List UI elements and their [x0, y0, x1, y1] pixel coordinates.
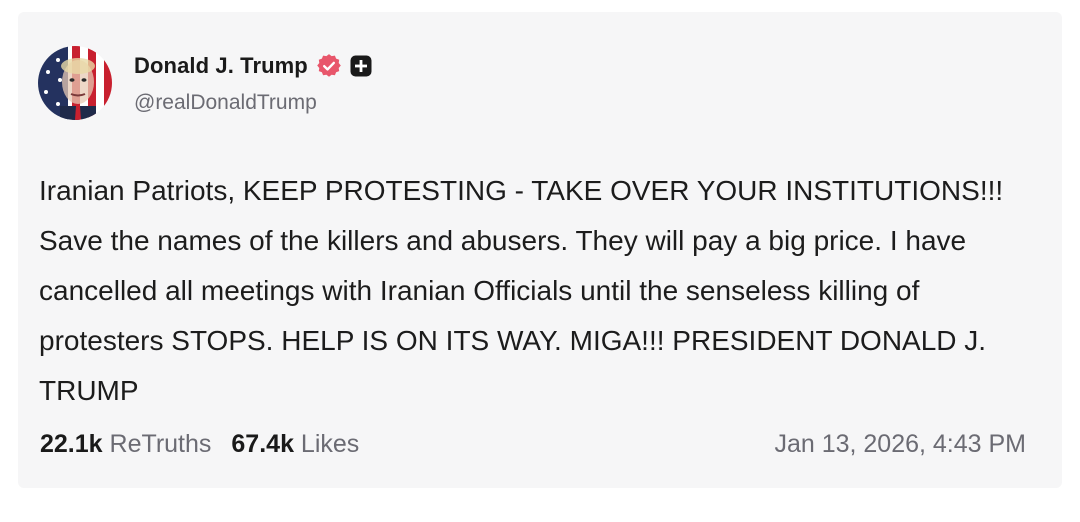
- post-text: Iranian Patriots, KEEP PROTESTING - TAKE…: [39, 175, 1004, 406]
- post-stats: 22.1k ReTruths 67.4k Likes: [40, 430, 359, 459]
- flag-portrait-avatar-image: [38, 46, 112, 120]
- post-timestamp[interactable]: Jan 13, 2026, 4:43 PM: [774, 430, 1026, 459]
- author-name-row: Donald J. Trump: [134, 51, 373, 81]
- likes-stat[interactable]: 67.4k Likes: [231, 430, 359, 458]
- author-handle[interactable]: @realDonaldTrump: [134, 91, 317, 115]
- retruths-stat[interactable]: 22.1k ReTruths: [40, 430, 211, 458]
- retruths-count: 22.1k: [40, 430, 103, 458]
- verified-badge-icon: [317, 54, 341, 78]
- likes-label: Likes: [300, 430, 360, 458]
- retruths-label: ReTruths: [109, 430, 212, 458]
- likes-count: 67.4k: [231, 430, 294, 458]
- page: Donald J. Trump @realDonaldTrump Iranian…: [0, 0, 1080, 522]
- author-display-name[interactable]: Donald J. Trump: [134, 53, 308, 79]
- plus-badge-icon: [349, 54, 373, 78]
- avatar[interactable]: [38, 46, 112, 120]
